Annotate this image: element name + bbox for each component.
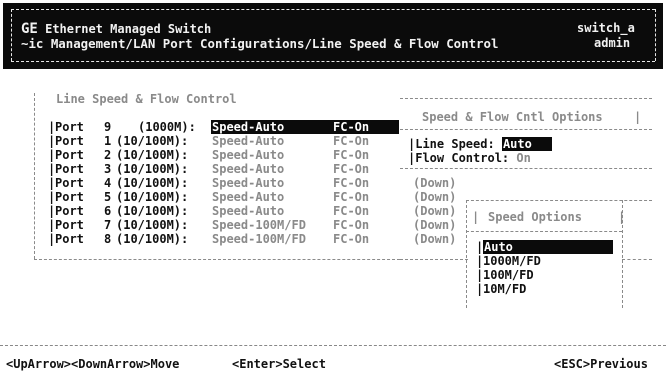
port-number: 4 — [104, 176, 112, 190]
select-hint: <Enter>Select — [232, 357, 326, 371]
port-status: (Down) — [413, 204, 457, 218]
speed-option[interactable]: 10M/FD — [483, 282, 526, 296]
port-rate: (10/100M): — [116, 190, 189, 204]
port-rate: (10/100M): — [116, 176, 189, 190]
port-label: Port — [55, 204, 84, 218]
port-rate: (10/100M): — [116, 134, 189, 148]
port-fc[interactable]: FC-On — [333, 204, 369, 218]
header-border-right — [655, 9, 656, 61]
port-label: Port — [55, 134, 84, 148]
port-number: 3 — [104, 162, 112, 176]
port-label: Port — [55, 176, 84, 190]
port-rate: (10/100M): — [116, 204, 189, 218]
port-status: (Down) — [413, 190, 457, 204]
port-status: (Down) — [413, 176, 457, 190]
footer: <UpArrow><DownArrow>Move <Enter>Select <… — [0, 345, 666, 379]
hostname: switch_a — [577, 21, 635, 35]
previous-hint[interactable]: <ESC>Previous — [554, 357, 648, 371]
port-label: Port — [55, 120, 84, 134]
flow-control-label: Flow Control: — [415, 151, 510, 165]
port-speed[interactable]: Speed-Auto — [212, 190, 284, 204]
line-speed-label: Line Speed: — [415, 137, 495, 151]
port-number: 7 — [104, 218, 112, 232]
header-border-top — [11, 9, 655, 10]
port-panel-border-bottom-right — [622, 259, 652, 260]
port-fc[interactable]: FC-On — [333, 120, 369, 134]
speed-option[interactable]: Auto — [483, 240, 613, 254]
port-number: 2 — [104, 148, 112, 162]
speed-options-title-separator — [466, 231, 622, 232]
header-border-left — [11, 9, 12, 61]
port-status: (Down) — [413, 218, 457, 232]
port-label: Port — [55, 232, 84, 246]
speed-options-border-top — [466, 200, 652, 201]
port-speed[interactable]: Speed-Auto — [212, 162, 284, 176]
port-number: 8 — [104, 232, 112, 246]
panel-title: Line Speed & Flow Control — [56, 92, 237, 106]
port-speed[interactable]: Speed-100M/FD — [212, 232, 306, 246]
port-fc[interactable]: FC-On — [333, 190, 369, 204]
port-speed[interactable]: Speed-Auto — [212, 204, 284, 218]
username: admin — [594, 36, 631, 50]
port-speed[interactable]: Speed-Auto — [211, 120, 399, 134]
port-number: 1 — [104, 134, 112, 148]
port-fc[interactable]: FC-On — [333, 232, 369, 246]
port-number: 9 — [104, 120, 112, 134]
port-label: Port — [55, 218, 84, 232]
port-rate: (10/100M): — [116, 148, 189, 162]
cntl-panel-title: Speed & Flow Cntl Options — [422, 110, 603, 124]
cntl-panel-border-bottom — [400, 168, 652, 169]
speed-options-title: Speed Options — [488, 210, 582, 224]
port-rate: (10/100M): — [116, 232, 189, 246]
port-rate: (1000M): — [138, 120, 196, 134]
port-speed[interactable]: Speed-Auto — [212, 176, 284, 190]
port-fc[interactable]: FC-On — [333, 218, 369, 232]
port-status: (Down) — [413, 232, 457, 246]
port-fc[interactable]: FC-On — [333, 148, 369, 162]
port-panel-border-left — [34, 93, 35, 259]
port-label: Port — [55, 148, 84, 162]
line-speed-value[interactable]: Auto — [501, 137, 552, 151]
port-rate: (10/100M): — [116, 162, 189, 176]
port-label: Port — [55, 162, 84, 176]
title-bar: GE Ethernet Managed Switch ~ic Managemen… — [3, 3, 663, 69]
line-speed-row[interactable]: |Line Speed: Auto — [408, 137, 552, 151]
port-speed[interactable]: Speed-Auto — [212, 148, 284, 162]
speed-options-pipe-left: | — [472, 210, 480, 224]
port-panel-border-bottom-mid — [400, 259, 468, 260]
cntl-panel-border-top — [400, 98, 652, 99]
port-number: 5 — [104, 190, 112, 204]
port-rate: (10/100M): — [116, 218, 189, 232]
footer-separator — [0, 345, 666, 346]
cntl-panel-title-separator — [400, 129, 652, 130]
speed-option[interactable]: 100M/FD — [483, 268, 534, 282]
port-fc[interactable]: FC-On — [333, 162, 369, 176]
cntl-panel-pipe: | — [634, 110, 642, 124]
port-speed[interactable]: Speed-100M/FD — [212, 218, 306, 232]
port-panel-border-bottom — [34, 259, 400, 260]
port-label: Port — [55, 190, 84, 204]
flow-control-value[interactable]: On — [516, 151, 530, 165]
breadcrumb: ~ic Management/LAN Port Configurations/L… — [21, 36, 499, 51]
move-hint: <UpArrow><DownArrow>Move — [6, 357, 180, 371]
speed-options-border-left — [466, 200, 467, 308]
port-number: 6 — [104, 204, 112, 218]
header-border-bottom — [11, 61, 655, 62]
port-fc[interactable]: FC-On — [333, 176, 369, 190]
speed-option[interactable]: 1000M/FD — [483, 254, 541, 268]
port-speed[interactable]: Speed-Auto — [212, 134, 284, 148]
flow-control-row[interactable]: |Flow Control: On — [408, 151, 531, 165]
port-fc[interactable]: FC-On — [333, 134, 369, 148]
product-name: GE Ethernet Managed Switch — [21, 21, 212, 37]
speed-options-pipe-right: | — [618, 210, 626, 224]
